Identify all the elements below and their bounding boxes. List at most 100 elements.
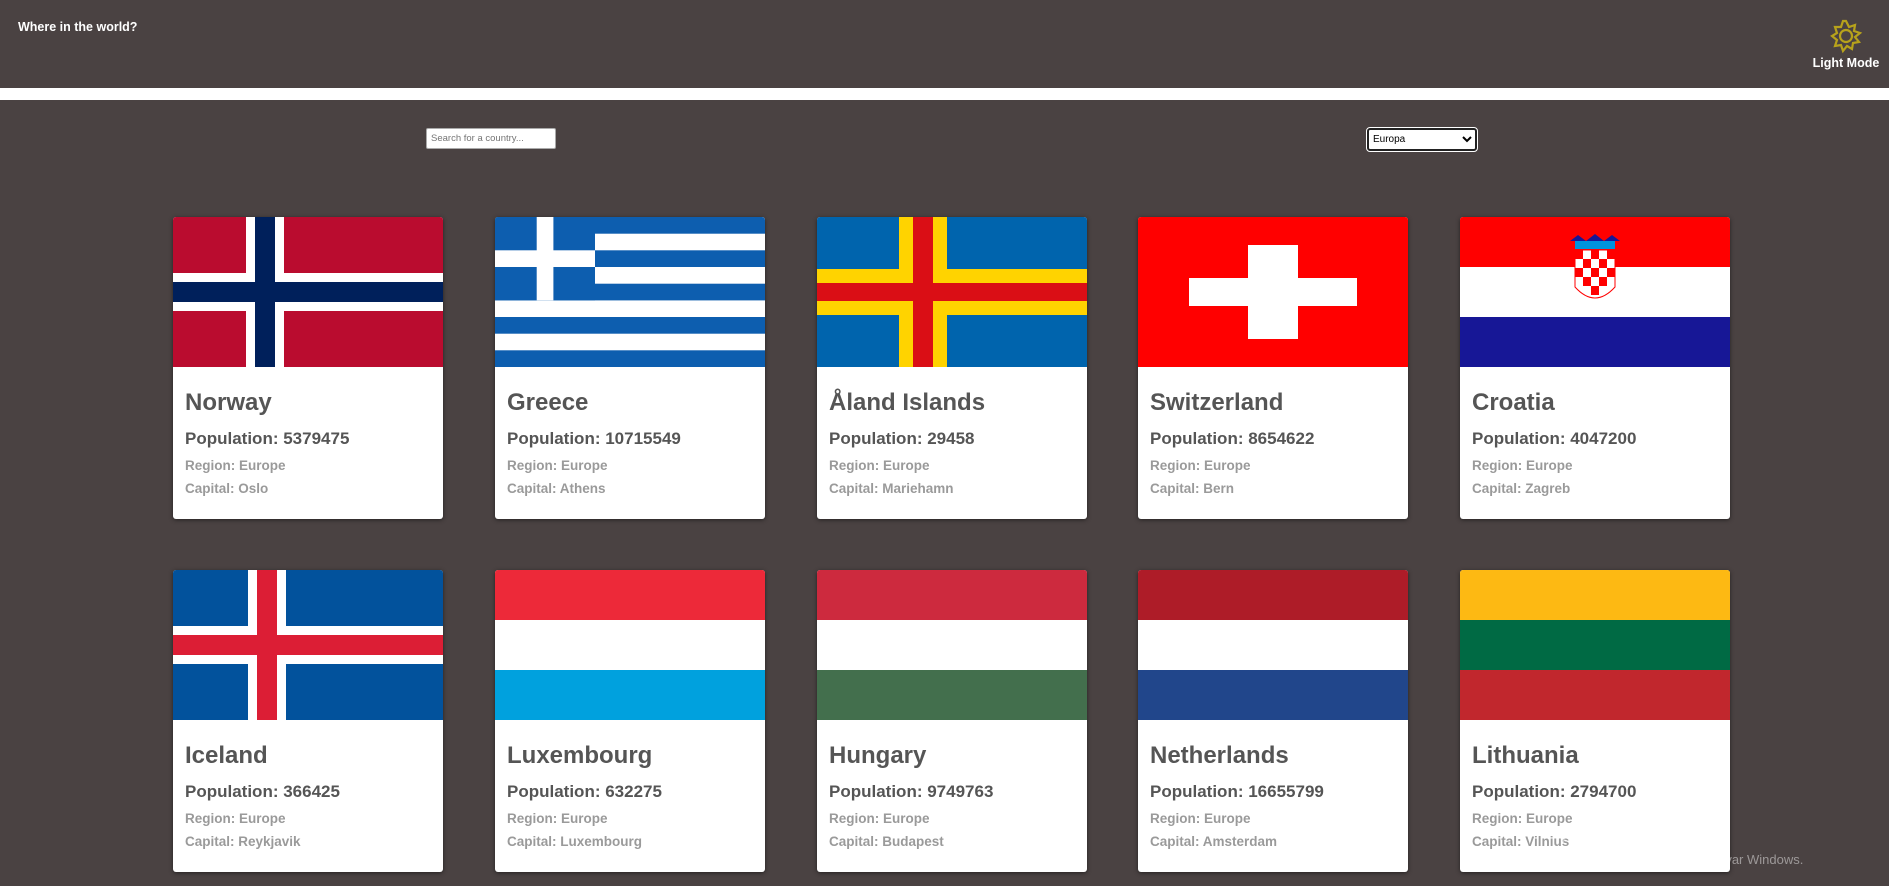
capital-row: Capital: Zagreb (1472, 481, 1718, 496)
region-row: Region: Europe (185, 458, 431, 473)
region-value: Europe (1204, 811, 1251, 826)
country-card-croatia[interactable]: Croatia Population: 4047200 Region: Euro… (1460, 217, 1730, 519)
region-value: Europe (1204, 458, 1251, 473)
population-label: Population: (1150, 429, 1249, 448)
flag-luxembourg-image (495, 570, 765, 720)
region-value: Europe (1526, 811, 1573, 826)
capital-value: Luxembourg (560, 834, 643, 849)
region-value: Europe (239, 811, 286, 826)
capital-label: Capital: (1472, 834, 1526, 849)
light-mode-label: Light Mode (1812, 56, 1880, 70)
search-input[interactable] (426, 128, 556, 149)
population-value: 10715549 (605, 429, 681, 448)
watermark-title: Activar Windows (1562, 826, 1703, 847)
country-name: Croatia (1472, 389, 1555, 416)
country-card-hungary[interactable]: Hungary Population: 9749763 Region: Euro… (817, 570, 1087, 872)
population-label: Population: (1150, 782, 1249, 801)
region-row: Region: Europe (1150, 458, 1396, 473)
watermark-subtitle: Ve a Configuración para activar Windows. (1562, 852, 1804, 867)
region-row: Region: Europe (829, 811, 1075, 826)
population-row: Population: 29458 (829, 429, 1075, 449)
country-name: Norway (185, 389, 272, 416)
population-row: Population: 9749763 (829, 782, 1075, 802)
capital-label: Capital: (1150, 481, 1204, 496)
capital-label: Capital: (829, 834, 883, 849)
region-label: Region: (829, 458, 883, 473)
flag-aland-islands-image (817, 217, 1087, 367)
population-value: 29458 (927, 429, 975, 448)
capital-row: Capital: Athens (507, 481, 753, 496)
app-header: Where in the world? Light Mode (0, 0, 1889, 88)
flag-greece-image (495, 217, 765, 367)
region-label: Region: (185, 811, 239, 826)
region-label: Region: (1472, 811, 1526, 826)
capital-label: Capital: (507, 834, 561, 849)
capital-value: Amsterdam (1202, 834, 1278, 849)
population-value: 4047200 (1570, 429, 1637, 448)
capital-value: Bern (1203, 481, 1235, 496)
country-name: Lithuania (1472, 742, 1579, 769)
capital-value: Reykjavik (238, 834, 301, 849)
region-value: Europe (883, 811, 930, 826)
region-row: Region: Europe (829, 458, 1075, 473)
region-row: Region: Europe (1150, 811, 1396, 826)
country-card-greece[interactable]: Greece Population: 10715549 Region: Euro… (495, 217, 765, 519)
country-name: Åland Islands (829, 389, 986, 416)
population-label: Population: (829, 782, 928, 801)
country-card-luxembourg[interactable]: Luxembourg Population: 632275 Region: Eu… (495, 570, 765, 872)
capital-value: Oslo (238, 481, 269, 496)
region-label: Region: (829, 811, 883, 826)
capital-label: Capital: (1472, 481, 1526, 496)
app-title: Where in the world? (18, 20, 138, 34)
country-name: Hungary (829, 742, 927, 769)
capital-row: Capital: Reykjavik (185, 834, 431, 849)
capital-value: Mariehamn (882, 481, 954, 496)
population-row: Population: 8654622 (1150, 429, 1396, 449)
flag-iceland-image (173, 570, 443, 720)
windows-activation-watermark: Activar Windows Ve a Configuración para … (1562, 826, 1803, 867)
country-name: Iceland (185, 742, 268, 769)
population-value: 5379475 (283, 429, 350, 448)
light-mode-toggle[interactable]: Light Mode (1806, 18, 1886, 72)
population-label: Population: (1472, 429, 1571, 448)
capital-row: Capital: Budapest (829, 834, 1075, 849)
population-label: Population: (1472, 782, 1571, 801)
population-row: Population: 366425 (185, 782, 431, 802)
region-value: Europe (239, 458, 286, 473)
region-label: Region: (1472, 458, 1526, 473)
population-value: 366425 (283, 782, 340, 801)
capital-label: Capital: (185, 481, 239, 496)
country-card-iceland[interactable]: Iceland Population: 366425 Region: Europ… (173, 570, 443, 872)
flag-norway-image (173, 217, 443, 367)
capital-label: Capital: (1150, 834, 1203, 849)
population-label: Population: (507, 429, 606, 448)
country-card-norway[interactable]: Norway Population: 5379475 Region: Europ… (173, 217, 443, 519)
region-value: Europe (1526, 458, 1573, 473)
population-label: Population: (829, 429, 928, 448)
flag-lithuania-image (1460, 570, 1730, 720)
country-name: Netherlands (1150, 742, 1289, 769)
region-select[interactable]: Europa (1366, 127, 1478, 152)
sun-icon (1830, 19, 1863, 54)
country-card-aland-islands[interactable]: Åland Islands Population: 29458 Region: … (817, 217, 1087, 519)
region-label: Region: (185, 458, 239, 473)
country-card-switzerland[interactable]: Switzerland Population: 8654622 Region: … (1138, 217, 1408, 519)
capital-value: Budapest (882, 834, 944, 849)
region-row: Region: Europe (507, 458, 753, 473)
region-row: Region: Europe (507, 811, 753, 826)
population-value: 8654622 (1248, 429, 1315, 448)
region-value: Europe (883, 458, 930, 473)
population-row: Population: 10715549 (507, 429, 753, 449)
region-label: Region: (1150, 458, 1204, 473)
country-name: Switzerland (1150, 389, 1284, 416)
capital-row: Capital: Oslo (185, 481, 431, 496)
population-value: 16655799 (1248, 782, 1324, 801)
population-row: Population: 5379475 (185, 429, 431, 449)
flag-switzerland-image (1138, 217, 1408, 367)
population-value: 632275 (605, 782, 662, 801)
country-card-netherlands[interactable]: Netherlands Population: 16655799 Region:… (1138, 570, 1408, 872)
population-label: Population: (507, 782, 606, 801)
country-name: Greece (507, 389, 589, 416)
region-label: Region: (507, 458, 561, 473)
population-row: Population: 4047200 (1472, 429, 1718, 449)
